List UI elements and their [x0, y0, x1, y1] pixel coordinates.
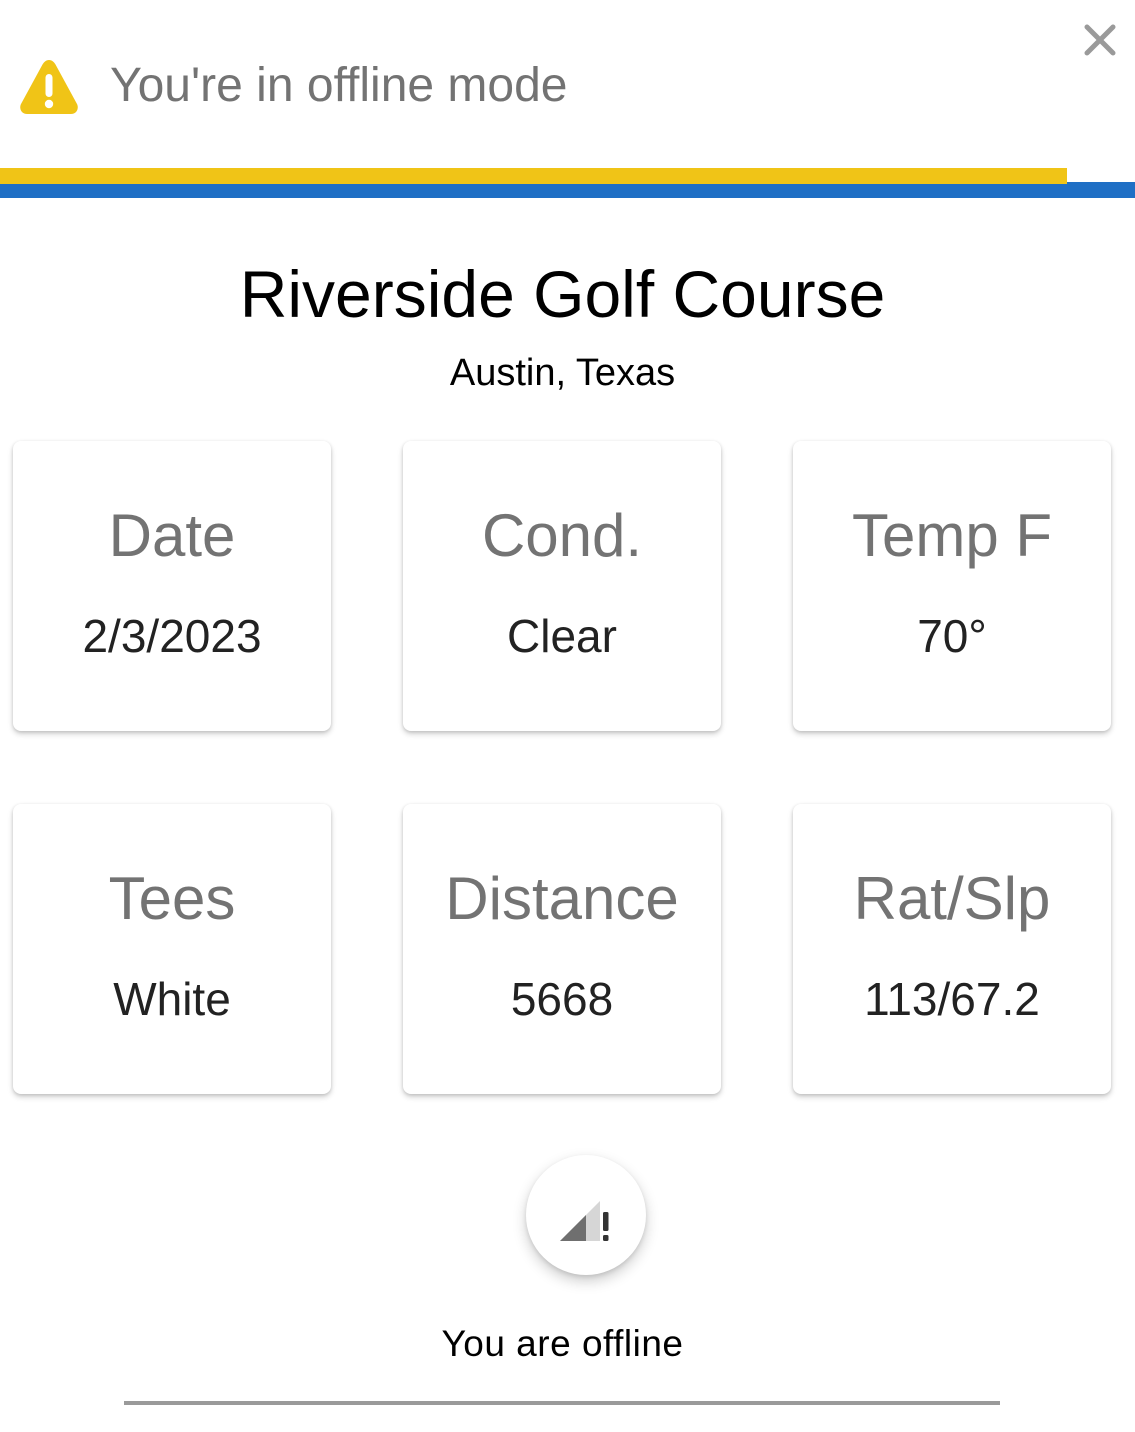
progress-fill: [0, 168, 1067, 184]
divider: [124, 1401, 1000, 1405]
signal-offline-icon: [560, 1201, 609, 1241]
stat-label: Cond.: [481, 502, 643, 569]
stat-card-condition: Cond. Clear: [403, 441, 721, 731]
offline-status-button[interactable]: [526, 1155, 646, 1275]
stat-label: Rat/Slp: [853, 865, 1051, 932]
stat-label: Date: [108, 502, 236, 569]
offline-banner-message: You're in offline mode: [110, 59, 568, 112]
stat-value: 70°: [917, 610, 987, 662]
offline-status-text: You are offline: [441, 1323, 684, 1364]
page: You're in offline mode Riverside Golf Co…: [0, 0, 1135, 1432]
stat-value: 2/3/2023: [82, 610, 262, 662]
course-location: Austin, Texas: [449, 352, 676, 394]
warning-triangle-icon: [20, 60, 78, 114]
close-icon[interactable]: [1082, 22, 1118, 58]
stat-card-distance: Distance 5668: [403, 804, 721, 1094]
stat-card-temperature: Temp F 70°: [793, 441, 1111, 731]
progress-track: [0, 182, 1135, 198]
stat-value: White: [113, 973, 231, 1025]
stat-value: 113/67.2: [864, 973, 1040, 1025]
offline-banner: You're in offline mode: [0, 0, 1135, 168]
stat-card-rating-slope: Rat/Slp 113/67.2: [793, 804, 1111, 1094]
offline-progress-bar: [0, 168, 1135, 200]
stat-label: Temp F: [851, 502, 1053, 569]
stat-card-tees: Tees White: [13, 804, 331, 1094]
stat-card-date: Date 2/3/2023: [13, 441, 331, 731]
stat-label: Tees: [108, 865, 236, 932]
course-name: Riverside Golf Course: [239, 257, 886, 331]
stat-value: Clear: [507, 610, 617, 662]
stat-label: Distance: [445, 865, 679, 932]
stat-value: 5668: [510, 973, 614, 1025]
